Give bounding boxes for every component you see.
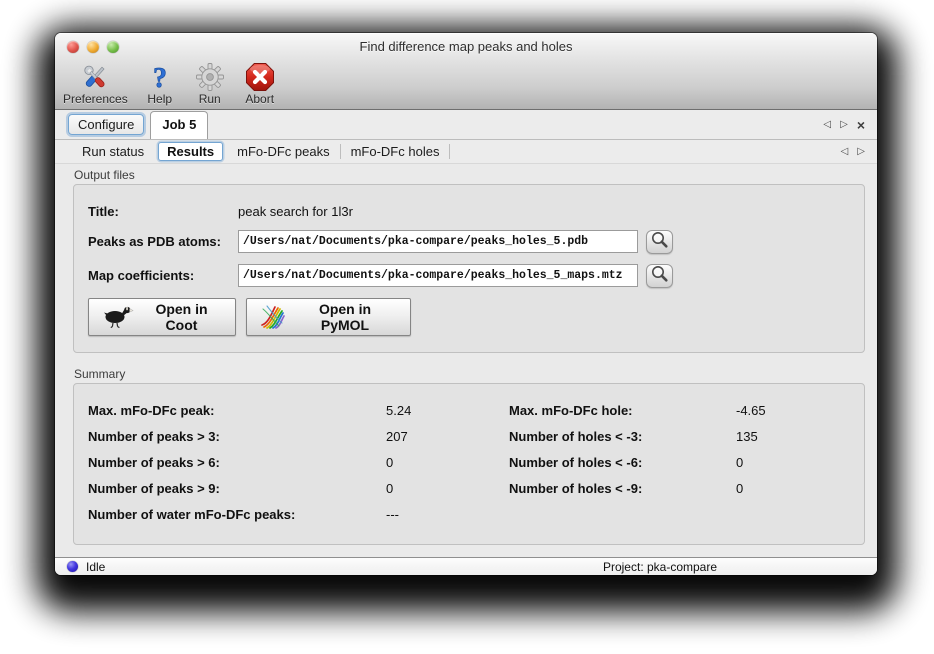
map-coefficients-label: Map coefficients: — [88, 268, 238, 283]
summary-value: 135 — [736, 429, 864, 444]
minimize-window-button[interactable] — [87, 41, 99, 53]
gear-icon — [195, 61, 225, 93]
summary-row: Number of peaks > 9: 0 Number of holes <… — [88, 475, 864, 501]
summary-label: Number of holes < -3: — [509, 429, 736, 444]
pdb-path-input[interactable] — [238, 230, 638, 253]
open-in-pymol-button[interactable]: Open in PyMOL — [246, 298, 411, 336]
app-window: Find difference map peaks and holes — [55, 33, 877, 575]
desktop-background: Find difference map peaks and holes — [0, 0, 934, 654]
subtab-mfo-dfc-holes[interactable]: mFo-DFc holes — [341, 144, 450, 159]
summary-value: 5.24 — [386, 403, 509, 418]
summary-row: Number of peaks > 6: 0 Number of holes <… — [88, 449, 864, 475]
window-title: Find difference map peaks and holes — [55, 33, 877, 60]
summary-value: --- — [386, 507, 509, 522]
results-panel: Output files Title: peak search for 1l3r… — [55, 164, 877, 557]
open-in-coot-button[interactable]: Open in Coot — [88, 298, 236, 336]
preferences-label: Preferences — [63, 92, 128, 106]
map-path-input[interactable] — [238, 264, 638, 287]
pdb-browse-button[interactable] — [646, 230, 673, 254]
summary-label: Max. mFo-DFc peak: — [88, 403, 386, 418]
status-bar: Idle Project: pka-compare — [55, 557, 877, 575]
summary-value: -4.65 — [736, 403, 864, 418]
summary-label: Number of holes < -6: — [509, 455, 736, 470]
abort-label: Abort — [245, 92, 274, 106]
summary-value: 207 — [386, 429, 509, 444]
sub-tab-bar: Run status Results mFo-DFc peaks mFo-DFc… — [55, 140, 877, 164]
open-in-pymol-label: Open in PyMOL — [293, 301, 397, 333]
output-files-group: Title: peak search for 1l3r Peaks as PDB… — [73, 184, 865, 353]
preferences-button[interactable]: Preferences — [63, 61, 128, 106]
tab-job-5[interactable]: Job 5 — [150, 111, 208, 139]
run-label: Run — [199, 92, 221, 106]
zoom-window-button[interactable] — [107, 41, 119, 53]
summary-label: Number of peaks > 3: — [88, 429, 386, 444]
help-button[interactable]: ? Help — [142, 61, 178, 106]
subtab-scroll-left-icon[interactable]: ◁ — [841, 147, 849, 157]
summary-value: 0 — [736, 481, 864, 496]
abort-octagon-icon — [245, 61, 275, 93]
coot-bird-icon — [102, 303, 134, 332]
magnifier-icon — [650, 230, 670, 253]
svg-text:?: ? — [153, 63, 167, 92]
summary-value: 0 — [386, 455, 509, 470]
pdb-atoms-label: Peaks as PDB atoms: — [88, 234, 238, 249]
map-browse-button[interactable] — [646, 264, 673, 288]
status-indicator-icon — [67, 561, 78, 572]
subtab-divider — [449, 144, 450, 159]
summary-row: Number of peaks > 3: 207 Number of holes… — [88, 423, 864, 449]
tab-configure[interactable]: Configure — [68, 114, 144, 135]
summary-value: 0 — [736, 455, 864, 470]
summary-value: 0 — [386, 481, 509, 496]
subtab-results[interactable]: Results — [158, 142, 223, 161]
summary-row: Max. mFo-DFc peak: 5.24 Max. mFo-DFc hol… — [88, 397, 864, 423]
subtab-run-status[interactable]: Run status — [72, 144, 154, 159]
summary-group: Max. mFo-DFc peak: 5.24 Max. mFo-DFc hol… — [73, 383, 865, 545]
window-header: Find difference map peaks and holes — [55, 33, 877, 110]
summary-label: Max. mFo-DFc hole: — [509, 403, 736, 418]
subtab-mfo-dfc-peaks[interactable]: mFo-DFc peaks — [227, 144, 339, 159]
titlebar[interactable]: Find difference map peaks and holes — [55, 33, 877, 60]
sub-tab-controls: ◁ ▷ — [841, 140, 865, 163]
summary-label: Number of peaks > 6: — [88, 455, 386, 470]
tab-scroll-right-icon[interactable]: ▷ — [840, 120, 848, 130]
summary-label: Number of water mFo-DFc peaks: — [88, 507, 386, 522]
abort-button[interactable]: Abort — [242, 61, 278, 106]
title-label: Title: — [88, 204, 238, 219]
title-value: peak search for 1l3r — [238, 204, 353, 219]
run-button[interactable]: Run — [192, 61, 228, 106]
traffic-lights — [67, 41, 119, 53]
summary-label: Number of holes < -9: — [509, 481, 736, 496]
pymol-ribbon-icon — [260, 303, 286, 332]
tools-icon — [79, 61, 111, 93]
main-tab-controls: ◁ ▷ × — [823, 110, 865, 139]
summary-row: Number of water mFo-DFc peaks: --- — [88, 501, 864, 527]
summary-section-label: Summary — [74, 367, 865, 381]
subtab-scroll-right-icon[interactable]: ▷ — [857, 147, 865, 157]
tab-close-icon[interactable]: × — [857, 118, 865, 132]
close-window-button[interactable] — [67, 41, 79, 53]
help-label: Help — [147, 92, 172, 106]
tab-scroll-left-icon[interactable]: ◁ — [823, 120, 831, 130]
magnifier-icon — [650, 264, 670, 287]
open-in-coot-label: Open in Coot — [141, 301, 222, 333]
summary-label: Number of peaks > 9: — [88, 481, 386, 496]
project-name: Project: pka-compare — [545, 560, 775, 574]
main-tab-bar: Configure Job 5 ◁ ▷ × — [55, 110, 877, 140]
output-files-section-label: Output files — [74, 168, 865, 182]
question-mark-icon: ? — [149, 61, 171, 93]
status-text: Idle — [86, 560, 105, 574]
toolbar: Preferences ? Help — [55, 60, 877, 110]
